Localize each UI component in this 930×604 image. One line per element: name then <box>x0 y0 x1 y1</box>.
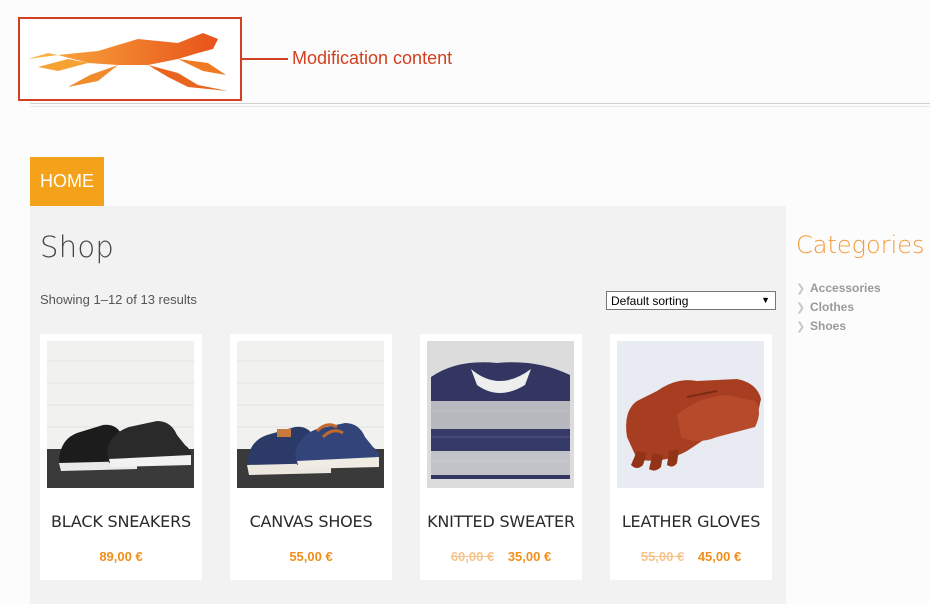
chevron-right-icon: ❯ <box>796 321 806 333</box>
callout-connector <box>242 58 288 60</box>
dropdown-arrow-icon: ▼ <box>761 295 770 305</box>
product-card[interactable]: CANVAS SHOES 55,00 € <box>230 334 392 580</box>
canvas-shoes-image[interactable] <box>237 341 384 488</box>
callout-label: Modification content <box>292 48 453 68</box>
product-price-row: 55,00 € <box>230 549 392 564</box>
black-sneakers-image[interactable] <box>47 341 194 488</box>
sorting-selected-value: Default sorting <box>611 294 689 308</box>
product-price: 55,00 € <box>289 549 333 564</box>
product-old-price: 60,00 € <box>450 549 495 564</box>
product-price: 89,00 € <box>99 549 143 564</box>
header-divider-secondary <box>30 106 930 107</box>
chevron-right-icon: ❯ <box>796 283 806 295</box>
product-card[interactable]: BLACK SNEAKERS 89,00 € <box>40 334 202 580</box>
category-label: Clothes <box>810 300 855 314</box>
sorting-select[interactable]: Default sorting ▼ <box>606 291 776 310</box>
product-card[interactable]: LEATHER GLOVES 55,00 € 45,00 € <box>610 334 772 580</box>
knitted-sweater-image[interactable] <box>427 341 574 488</box>
product-name[interactable]: CANVAS SHOES <box>230 512 392 531</box>
product-price: 45,00 € <box>697 549 742 564</box>
product-name[interactable]: KNITTED SWEATER <box>420 512 582 531</box>
category-item-clothes[interactable]: ❯ Clothes <box>796 300 881 319</box>
category-label: Accessories <box>810 281 881 295</box>
product-name[interactable]: BLACK SNEAKERS <box>40 512 202 531</box>
category-label: Shoes <box>810 319 847 333</box>
leather-gloves-image[interactable] <box>617 341 764 488</box>
product-price-row: 60,00 € 35,00 € <box>420 549 582 564</box>
product-price-row: 55,00 € 45,00 € <box>610 549 772 564</box>
chevron-right-icon: ❯ <box>796 302 806 314</box>
category-list: ❯ Accessories ❯ Clothes ❯ Shoes <box>796 281 881 338</box>
page-title: Shop <box>40 230 115 264</box>
logo-highlight-frame <box>18 17 242 101</box>
result-count: Showing 1–12 of 13 results <box>40 292 197 307</box>
product-price: 35,00 € <box>507 549 552 564</box>
product-name[interactable]: LEATHER GLOVES <box>610 512 772 531</box>
category-item-accessories[interactable]: ❯ Accessories <box>796 281 881 300</box>
product-price-row: 89,00 € <box>40 549 202 564</box>
cheetah-logo-icon <box>28 33 228 91</box>
header-divider <box>30 103 930 104</box>
product-old-price: 55,00 € <box>640 549 685 564</box>
nav-home-tab[interactable]: HOME <box>30 157 104 206</box>
sidebar-categories-title: Categories <box>796 231 925 259</box>
product-card[interactable]: KNITTED SWEATER 60,00 € 35,00 € <box>420 334 582 580</box>
category-item-shoes[interactable]: ❯ Shoes <box>796 319 881 338</box>
